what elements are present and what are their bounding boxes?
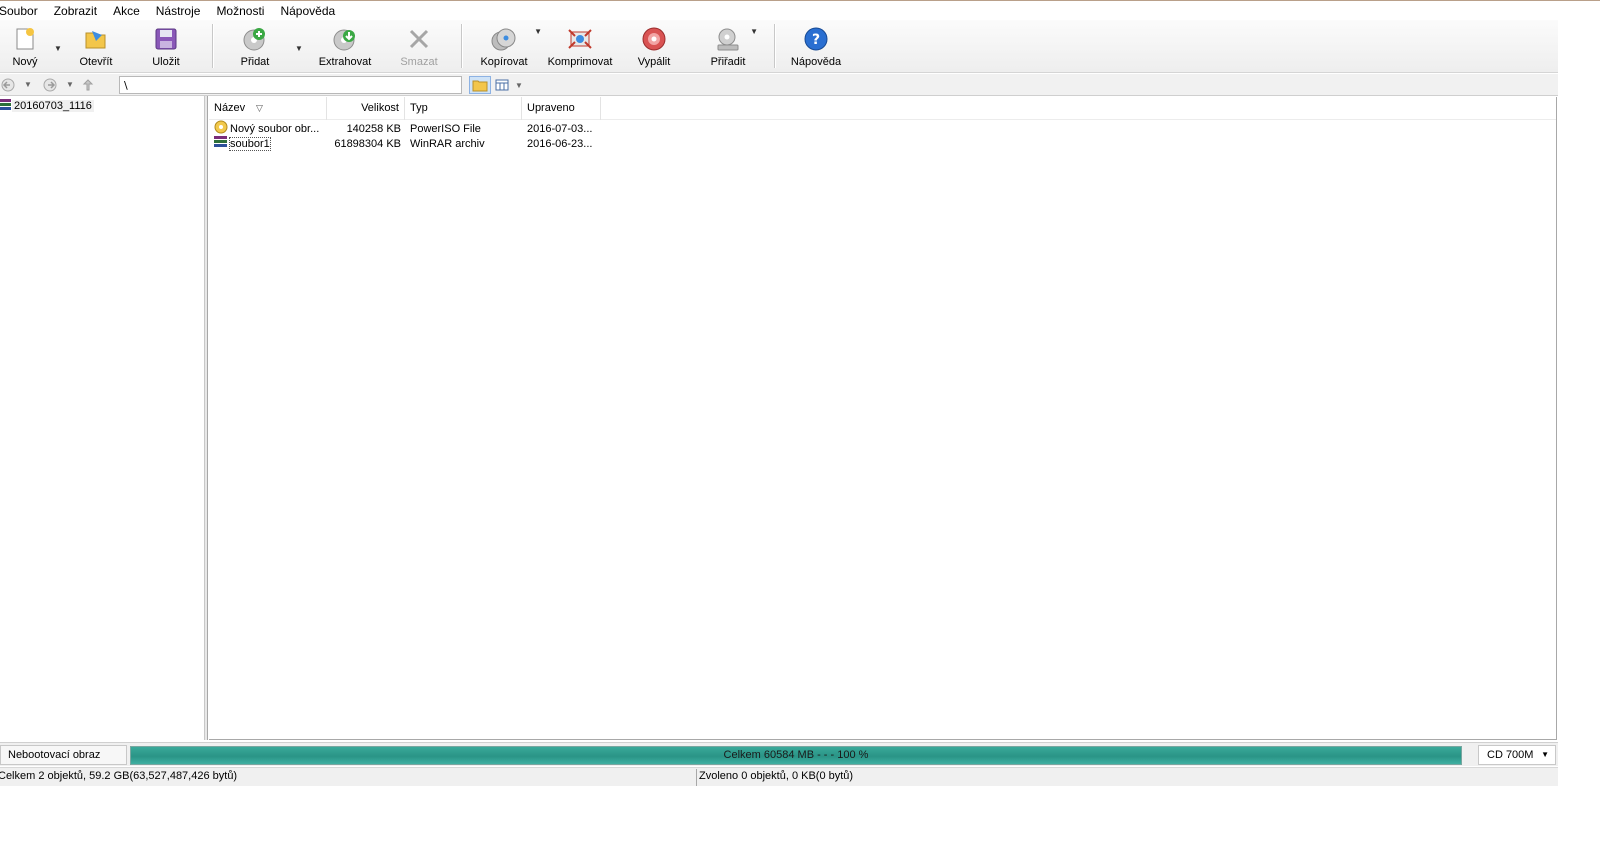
forward-history-caret-icon[interactable]: ▼ xyxy=(64,80,76,89)
tree-root-label: 20160703_1116 xyxy=(12,100,94,112)
status-selected: Zvoleno 0 objektů, 0 KB(0 bytů) xyxy=(699,770,854,782)
menu-nastroje[interactable]: Nástroje xyxy=(148,2,209,20)
column-name[interactable]: Název ▽ xyxy=(209,97,327,120)
file-modified: 2016-06-23... xyxy=(527,137,593,150)
file-size: 140258 KB xyxy=(346,122,401,135)
column-header-row: Název ▽ Velikost Typ Upraveno xyxy=(209,97,1556,120)
extract-disc-icon xyxy=(332,26,358,52)
boot-status-label: Nebootovací obraz xyxy=(0,745,127,765)
up-folder-icon[interactable] xyxy=(80,77,96,93)
menu-akce[interactable]: Akce xyxy=(105,2,148,20)
toolbar-separator xyxy=(212,24,213,68)
list-view-icon[interactable] xyxy=(491,76,513,94)
add-button[interactable]: Přidat xyxy=(219,20,291,72)
status-total: Celkem 2 objektů, 59.2 GB(63,527,487,426… xyxy=(0,770,238,782)
new-button[interactable]: Nový xyxy=(0,20,50,72)
save-disk-icon xyxy=(153,26,179,52)
image-root-icon xyxy=(0,98,12,115)
capacity-summary: Celkem 60584 MB - - - 100 % xyxy=(723,749,869,761)
file-name: Nový soubor obr... xyxy=(230,122,320,135)
menu-bar: Soubor Zobrazit Akce Nástroje Možnosti N… xyxy=(0,0,1600,20)
open-folder-icon xyxy=(83,26,109,52)
forward-arrow-icon[interactable] xyxy=(42,77,58,93)
mount-drive-icon xyxy=(715,26,741,52)
toolbar-separator xyxy=(774,24,775,68)
menu-moznosti[interactable]: Možnosti xyxy=(208,2,272,20)
back-arrow-icon[interactable] xyxy=(0,77,16,93)
copy-disc-icon xyxy=(491,26,517,52)
burn-button[interactable]: Vypálit xyxy=(620,20,688,72)
save-button[interactable]: Uložit xyxy=(126,20,206,72)
compress-icon xyxy=(567,26,593,52)
copy-button[interactable]: ▼ Kopírovat xyxy=(468,20,542,72)
new-dropdown-arrow[interactable]: ▼ xyxy=(50,20,66,72)
column-modified[interactable]: Upraveno xyxy=(522,97,601,120)
compress-button[interactable]: Komprimovat xyxy=(540,20,620,72)
delete-x-icon xyxy=(406,26,432,52)
capacity-progress: Celkem 60584 MB - - - 100 % xyxy=(130,746,1462,765)
toolbar-separator xyxy=(461,24,462,68)
help-button[interactable]: ? Nápověda xyxy=(781,20,851,72)
chevron-down-icon: ▼ xyxy=(1541,750,1549,759)
add-dropdown-arrow[interactable]: ▼ xyxy=(291,20,307,72)
delete-button[interactable]: Smazat xyxy=(383,20,455,72)
mount-dropdown-arrow[interactable]: ▼ xyxy=(750,27,758,36)
open-button[interactable]: Otevřít xyxy=(66,20,126,72)
menu-zobrazit[interactable]: Zobrazit xyxy=(46,2,105,20)
file-size: 61898304 KB xyxy=(334,137,401,150)
extract-button[interactable]: Extrahovat xyxy=(307,20,383,72)
back-history-caret-icon[interactable]: ▼ xyxy=(22,80,34,89)
file-modified: 2016-07-03... xyxy=(527,122,593,135)
file-name: soubor1 xyxy=(229,136,271,151)
view-mode-caret-icon[interactable]: ▼ xyxy=(513,81,525,90)
pane-splitter[interactable] xyxy=(205,96,208,740)
file-list: Název ▽ Velikost Typ Upraveno Nový soubo… xyxy=(209,97,1557,740)
address-bar: ▼ ▼ ▼ xyxy=(0,74,1558,96)
status-divider xyxy=(696,769,697,786)
capacity-bar: Nebootovací obraz Celkem 60584 MB - - - … xyxy=(0,742,1558,766)
path-input[interactable] xyxy=(119,76,462,94)
file-rows: Nový soubor obr... 140258 KB PowerISO Fi… xyxy=(209,120,1556,151)
folder-tree: 20160703_1116 xyxy=(0,96,205,740)
burn-disc-icon xyxy=(641,26,667,52)
view-tools: ▼ xyxy=(469,76,525,94)
svg-text:?: ? xyxy=(812,32,820,48)
file-row[interactable]: Nový soubor obr... 140258 KB PowerISO Fi… xyxy=(209,120,1556,136)
help-question-icon: ? xyxy=(803,26,829,52)
tree-root-node[interactable]: 20160703_1116 xyxy=(0,98,94,114)
column-size[interactable]: Velikost xyxy=(327,97,405,120)
sort-descending-icon: ▽ xyxy=(256,103,263,113)
winrar-archive-icon xyxy=(214,135,228,152)
file-row[interactable]: soubor1 61898304 KB WinRAR archiv 2016-0… xyxy=(209,136,1556,151)
file-type: WinRAR archiv xyxy=(410,137,485,150)
main-toolbar: Nový ▼ Otevřít Uložit Přidat ▼ Extrahova… xyxy=(0,20,1558,73)
new-document-icon xyxy=(12,26,38,52)
status-bar: Celkem 2 objektů, 59.2 GB(63,527,487,426… xyxy=(0,767,1558,786)
folder-view-icon[interactable] xyxy=(469,76,491,94)
mount-button[interactable]: ▼ Přiřadit xyxy=(688,20,768,72)
file-type: PowerISO File xyxy=(410,122,481,135)
column-type[interactable]: Typ xyxy=(405,97,522,120)
menu-soubor[interactable]: Soubor xyxy=(0,2,46,20)
add-disc-icon xyxy=(242,26,268,52)
menu-napoveda[interactable]: Nápověda xyxy=(272,2,343,20)
media-size-select[interactable]: CD 700M ▼ xyxy=(1478,745,1556,765)
